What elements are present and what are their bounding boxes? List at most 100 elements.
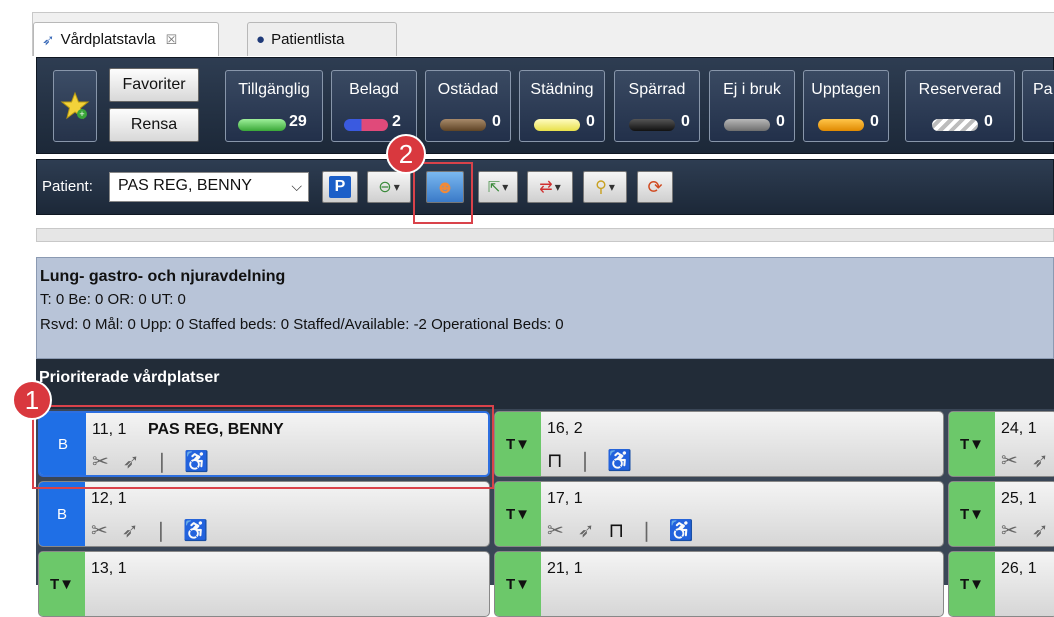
status-label: Belagd bbox=[349, 81, 399, 98]
horizontal-scrollbar[interactable] bbox=[36, 228, 1054, 242]
status-count: 0 bbox=[492, 113, 501, 130]
dropdown-arrow-icon: ▾ bbox=[502, 180, 509, 194]
bed-card-12-1[interactable]: B 12, 1 ✂ ➶ ❘ ♿ bbox=[38, 481, 490, 547]
bed-cleaning-icon: ✂ bbox=[1001, 450, 1018, 472]
status-color-pill bbox=[344, 119, 388, 131]
commode-icon: ⊓ bbox=[608, 520, 625, 542]
status-label: Pa bbox=[1033, 81, 1053, 98]
bed-cleaning-icon: ✂ bbox=[91, 520, 108, 542]
bed-transfer-icon: ➶ bbox=[1031, 520, 1049, 542]
status-count: 0 bbox=[681, 113, 690, 130]
status-label: Spärrad bbox=[628, 81, 686, 98]
status-count: 0 bbox=[776, 113, 785, 130]
bed-number: 24, 1 bbox=[1001, 420, 1037, 437]
status-color-pill bbox=[932, 119, 978, 131]
iv-pole-icon: ❘ bbox=[576, 450, 594, 472]
transfer-menu-button[interactable]: ⊖ ▾ bbox=[367, 171, 411, 203]
bed-status-tag: T▼ bbox=[495, 552, 541, 616]
parking-icon: P bbox=[329, 176, 351, 198]
bed-card-13-1[interactable]: T▼ 13, 1 bbox=[38, 551, 490, 617]
bed-status-tag: T▼ bbox=[949, 412, 995, 476]
bed-number: 17, 1 bbox=[547, 490, 583, 507]
bed-icons: ✂ ➶ ⊓ ❘ ♿ bbox=[547, 518, 694, 543]
bed-assign-icon: ⇱ bbox=[487, 179, 501, 196]
status-toolbar: + Favoriter Rensa Tillgänglig 29 Belagd … bbox=[36, 57, 1054, 154]
bed-card-26-1[interactable]: T▼ 26, 1 bbox=[948, 551, 1054, 617]
bed-card-16-2[interactable]: T▼ 16, 2 ⊓ ❘ ♿ bbox=[494, 411, 944, 477]
iv-pole-icon: ❘ bbox=[152, 520, 170, 542]
tab-label: Vårdplatstavla bbox=[60, 31, 156, 48]
tab-vardplatstavla[interactable]: ➶ Vårdplatstavla ☒ bbox=[33, 22, 219, 56]
bed-card-17-1[interactable]: T▼ 17, 1 ✂ ➶ ⊓ ❘ ♿ bbox=[494, 481, 944, 547]
status-count: 2 bbox=[392, 113, 401, 130]
parking-button[interactable]: P bbox=[322, 171, 358, 203]
status-reserverad[interactable]: Reserverad 0 bbox=[905, 70, 1015, 142]
status-label: Upptagen bbox=[811, 81, 881, 98]
cleaning-menu-button[interactable]: ⚲ ▾ bbox=[583, 171, 627, 203]
department-panel: Lung- gastro- och njuravdelning T: 0 Be:… bbox=[36, 257, 1054, 359]
clear-button[interactable]: Rensa bbox=[109, 108, 199, 142]
status-count: 0 bbox=[984, 113, 993, 130]
bed-status-tag: T▼ bbox=[39, 552, 85, 616]
bed-number: 26, 1 bbox=[1001, 560, 1037, 577]
bed-card-24-1[interactable]: T▼ 24, 1 ✂ ➶ bbox=[948, 411, 1054, 477]
patient-select[interactable]: PAS REG, BENNY ⌵ bbox=[109, 172, 309, 202]
close-icon[interactable]: ☒ bbox=[166, 32, 178, 48]
bed-cleaning-icon: ✂ bbox=[1001, 520, 1018, 542]
tab-patientlista[interactable]: ● Patientlista bbox=[247, 22, 397, 56]
priority-beds-header: Prioriterade vårdplatser bbox=[36, 359, 1054, 409]
bed-icons: ⊓ ❘ ♿ bbox=[547, 448, 632, 473]
bed-number: 16, 2 bbox=[547, 420, 583, 437]
bed-card-21-1[interactable]: T▼ 21, 1 bbox=[494, 551, 944, 617]
status-tillganglig[interactable]: Tillgänglig 29 bbox=[225, 70, 323, 142]
status-ostadad[interactable]: Ostädad 0 bbox=[425, 70, 511, 142]
star-icon: + bbox=[60, 91, 90, 120]
bed-icon: ➶ bbox=[42, 31, 55, 49]
bed-number: 13, 1 bbox=[91, 560, 127, 577]
status-pa[interactable]: Pa bbox=[1022, 70, 1054, 142]
status-belagd[interactable]: Belagd 2 bbox=[331, 70, 417, 142]
bed-transfer-icon: ➶ bbox=[577, 520, 595, 542]
wheelchair-icon: ♿ bbox=[183, 520, 209, 542]
tab-bar: ➶ Vårdplatstavla ☒ ● Patientlista bbox=[32, 12, 1054, 56]
status-color-pill bbox=[724, 119, 770, 131]
status-count: 0 bbox=[870, 113, 879, 130]
chevron-down-icon: ⌵ bbox=[291, 178, 302, 194]
bed-transfer-icon: ➶ bbox=[1031, 450, 1049, 472]
wheelchair-icon: ♿ bbox=[607, 450, 633, 472]
add-favorite-button[interactable]: + bbox=[53, 70, 97, 142]
status-color-pill bbox=[440, 119, 486, 131]
bed-card-25-1[interactable]: T▼ 25, 1 ✂ ➶ bbox=[948, 481, 1054, 547]
bed-cleaning-icon: ✂ bbox=[547, 520, 564, 542]
bed-number: 21, 1 bbox=[547, 560, 583, 577]
patient-toolbar: Patient: PAS REG, BENNY ⌵ P ⊖ ▾ ☻ ⇱ ▾ ⇄ ▾ ⚲… bbox=[36, 159, 1054, 215]
bed-status-tag: B bbox=[39, 482, 85, 546]
swap-menu-button[interactable]: ⇄ ▾ bbox=[527, 171, 573, 203]
refresh-icon: ⟳ bbox=[647, 176, 663, 197]
dropdown-arrow-icon: ▾ bbox=[554, 180, 561, 194]
patient-label: Patient: bbox=[42, 178, 93, 195]
bed-number: 12, 1 bbox=[91, 490, 127, 507]
wheelchair-icon: ♿ bbox=[668, 520, 694, 542]
highlight-box-1 bbox=[32, 405, 494, 489]
status-upptagen[interactable]: Upptagen 0 bbox=[803, 70, 889, 142]
status-label: Ej i bruk bbox=[723, 81, 781, 98]
assign-menu-button[interactable]: ⇱ ▾ bbox=[478, 171, 518, 203]
department-summary-1: T: 0 Be: 0 OR: 0 UT: 0 bbox=[40, 291, 186, 308]
bed-transfer-icon: ➶ bbox=[121, 520, 139, 542]
bed-status-tag: T▼ bbox=[495, 412, 541, 476]
status-count: 29 bbox=[289, 113, 307, 130]
refresh-button[interactable]: ⟳ bbox=[637, 171, 673, 203]
favorites-button[interactable]: Favoriter bbox=[109, 68, 199, 102]
status-sparrad[interactable]: Spärrad 0 bbox=[614, 70, 700, 142]
department-title: Lung- gastro- och njuravdelning bbox=[40, 268, 286, 285]
status-label: Ostädad bbox=[437, 81, 499, 98]
status-stadning[interactable]: Städning 0 bbox=[519, 70, 605, 142]
bed-status-tag: T▼ bbox=[949, 482, 995, 546]
swap-arrows-icon: ⇄ bbox=[539, 179, 553, 196]
broom-icon: ⚲ bbox=[595, 179, 607, 196]
status-ej-i-bruk[interactable]: Ej i bruk 0 bbox=[709, 70, 795, 142]
step-marker-2: 2 bbox=[386, 134, 426, 174]
status-color-pill bbox=[534, 119, 580, 131]
status-label: Städning bbox=[530, 81, 594, 98]
